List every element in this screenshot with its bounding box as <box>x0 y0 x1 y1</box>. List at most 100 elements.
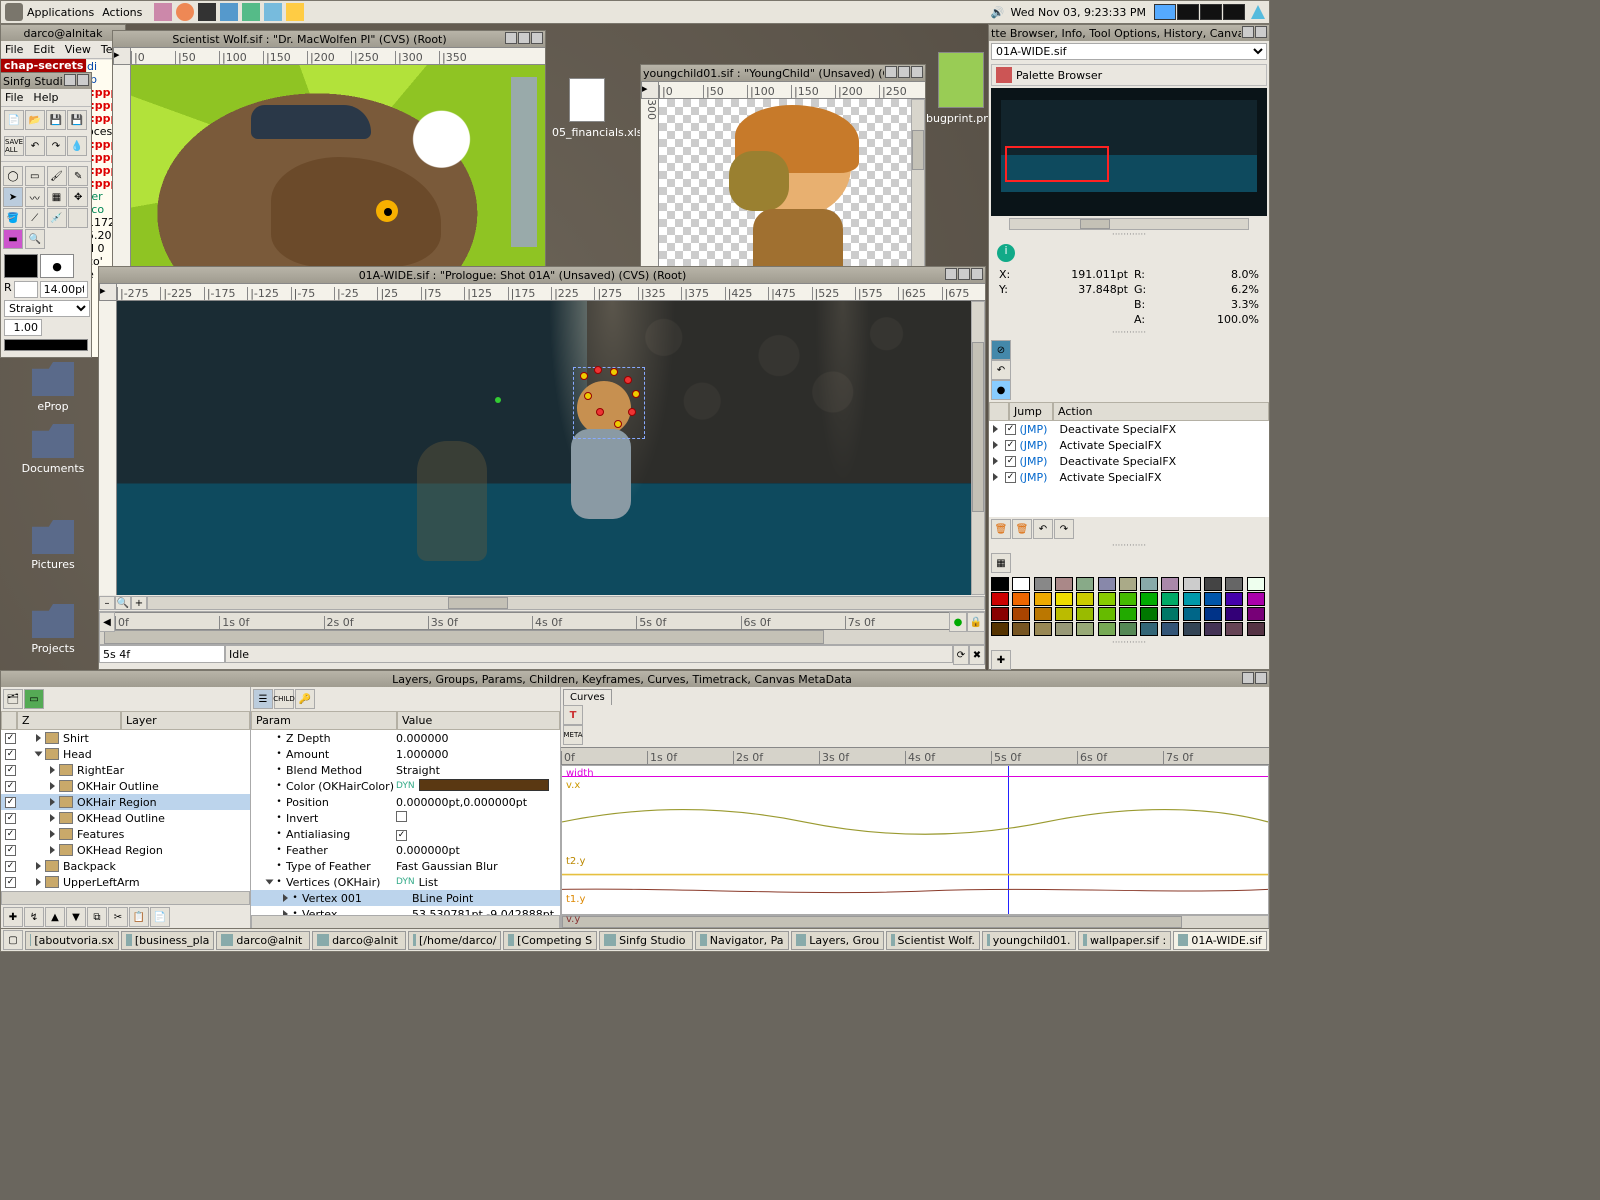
swatch-tab-icon[interactable]: ▦ <box>991 553 1011 573</box>
toolbox-titlebar[interactable]: Sinfg Studio <box>1 73 91 89</box>
tool-region[interactable]: ▬ <box>3 229 23 249</box>
file-xls[interactable]: 05_financials.xls <box>552 78 622 139</box>
color-swatch[interactable] <box>1183 607 1201 621</box>
child-vscroll[interactable] <box>911 99 925 277</box>
color-swatch[interactable] <box>991 607 1009 621</box>
record-icon[interactable]: ● <box>949 612 967 632</box>
lock-icon[interactable]: 🔒 <box>967 612 985 632</box>
history-tab-1-icon[interactable]: ⊘ <box>991 340 1011 360</box>
launcher-5-icon[interactable] <box>286 3 304 21</box>
color-swatch[interactable] <box>1204 592 1222 606</box>
param-row[interactable]: • Vertex 001 BLine Point <box>251 890 560 906</box>
launcher-3-icon[interactable] <box>242 3 260 21</box>
params-hscroll[interactable] <box>251 915 560 929</box>
terminal-menubar[interactable]: FileEditViewTerminal <box>1 41 125 59</box>
taskbar-item[interactable]: darco@alnit <box>312 931 406 950</box>
layer-row[interactable]: UpperLeftArm <box>1 874 250 890</box>
tool-width[interactable]: ⟋ <box>25 208 45 228</box>
desktop-icon-eprop[interactable]: eProp <box>18 362 88 413</box>
fg-color[interactable] <box>4 254 38 278</box>
layer-toggle[interactable] <box>5 829 16 840</box>
taskbar-item[interactable]: Scientist Wolf. <box>886 931 980 950</box>
col-layer[interactable]: Layer <box>121 711 250 730</box>
cancel-icon[interactable]: ✖ <box>969 645 985 665</box>
zoom-icon[interactable]: 🔍 <box>115 596 131 610</box>
color-swatch[interactable] <box>1247 577 1265 591</box>
bottom-dock-titlebar[interactable]: Layers, Groups, Params, Children, Keyfra… <box>1 671 1269 687</box>
clock[interactable]: Wed Nov 03, 9:23:33 PM <box>1011 6 1146 19</box>
param-value[interactable]: Straight <box>396 764 440 777</box>
layer-toggle[interactable] <box>5 781 16 792</box>
color-swatch[interactable] <box>1183 622 1201 636</box>
redo-icon[interactable]: ↷ <box>46 136 66 156</box>
navigator-thumb[interactable] <box>991 88 1267 216</box>
open-icon[interactable]: 📂 <box>25 110 45 130</box>
param-row[interactable]: • Vertices (OKHair) DYN List <box>251 874 560 890</box>
layer-row[interactable]: Head <box>1 746 250 762</box>
layer-toggle[interactable] <box>5 861 16 872</box>
color-swatch[interactable] <box>1012 607 1030 621</box>
taskbar-item[interactable]: [aboutvoria.sx <box>25 931 119 950</box>
layer-add-icon[interactable]: ✚ <box>3 907 23 927</box>
layer-row[interactable]: OKHair Outline <box>1 778 250 794</box>
color-swatch[interactable] <box>1225 577 1243 591</box>
expander-icon[interactable] <box>50 814 55 822</box>
col-z[interactable]: Z <box>17 711 121 730</box>
color-swatch[interactable] <box>1055 577 1073 591</box>
layer-row[interactable]: Backpack <box>1 858 250 874</box>
color-swatch[interactable] <box>1098 592 1116 606</box>
layer-cut-icon[interactable]: ✂ <box>108 907 128 927</box>
color-swatch[interactable] <box>1140 622 1158 636</box>
applications-menu[interactable]: Applications <box>27 6 94 19</box>
color-swatch[interactable] <box>1076 592 1094 606</box>
param-row[interactable]: • Z Depth 0.000000 <box>251 730 560 746</box>
layer-row[interactable]: RightEar <box>1 762 250 778</box>
actions-menu[interactable]: Actions <box>102 6 142 19</box>
file-png[interactable]: bugprint.png <box>926 52 996 125</box>
layer-toggle[interactable] <box>5 813 16 824</box>
undo-icon[interactable]: ↶ <box>25 136 45 156</box>
expander-icon[interactable] <box>36 878 41 886</box>
taskbar-item[interactable]: [Competing S <box>503 931 597 950</box>
tool-fill[interactable]: 🪣 <box>3 208 23 228</box>
param-value[interactable]: 0.000000pt,0.000000pt <box>396 796 527 809</box>
saveall-icon[interactable]: SAVEALL <box>4 136 24 156</box>
navigator-zoom-slider[interactable] <box>1009 218 1249 230</box>
param-value[interactable]: 53.530781pt,-9.042888pt <box>412 908 554 916</box>
param-row[interactable]: • Type of Feather Fast Gaussian Blur <box>251 858 560 874</box>
layer-toggle[interactable] <box>5 749 16 760</box>
color-swatch[interactable] <box>1055 592 1073 606</box>
expander-icon[interactable] <box>50 782 55 790</box>
drop-icon[interactable]: 💧 <box>67 136 87 156</box>
tool-zoom[interactable]: 🔍 <box>25 229 45 249</box>
main-time-hscroll[interactable] <box>99 629 985 645</box>
color-swatch[interactable] <box>1247 592 1265 606</box>
layer-row[interactable]: Features <box>1 826 250 842</box>
timetrack-tab-icon[interactable]: T <box>563 705 583 725</box>
layer-paste-icon[interactable]: 📄 <box>150 907 170 927</box>
tool-rect[interactable]: ▭ <box>25 166 45 186</box>
color-swatch[interactable] <box>1034 592 1052 606</box>
tool-move[interactable]: ✥ <box>68 187 88 207</box>
bg-color[interactable]: ● <box>40 254 74 278</box>
layer-toggle[interactable] <box>5 733 16 744</box>
layer-row[interactable]: OKHead Region <box>1 842 250 858</box>
expander-icon[interactable] <box>50 846 55 854</box>
main-titlebar[interactable]: 01A-WIDE.sif : "Prologue: Shot 01A" (Uns… <box>99 267 985 283</box>
color-swatch[interactable] <box>1161 592 1179 606</box>
amount-input[interactable] <box>4 319 42 336</box>
tool-arrow[interactable]: ➤ <box>3 187 23 207</box>
child-titlebar[interactable]: youngchild01.sif : "YoungChild" (Unsaved… <box>641 65 925 81</box>
applet-icon[interactable] <box>1251 5 1265 19</box>
layer-toggle[interactable] <box>5 845 16 856</box>
param-value[interactable]: 0.000000 <box>396 732 449 745</box>
color-swatch[interactable] <box>1225 607 1243 621</box>
color-swatch[interactable] <box>1225 592 1243 606</box>
color-swatch[interactable] <box>1161 577 1179 591</box>
color-swatch[interactable] <box>1034 622 1052 636</box>
color-swatch[interactable] <box>1119 607 1137 621</box>
color-swatch[interactable] <box>991 577 1009 591</box>
refresh-icon[interactable]: ⟳ <box>953 645 969 665</box>
canvas-menu-icon[interactable]: ▸ <box>113 47 131 65</box>
main-canvas[interactable] <box>117 301 971 595</box>
